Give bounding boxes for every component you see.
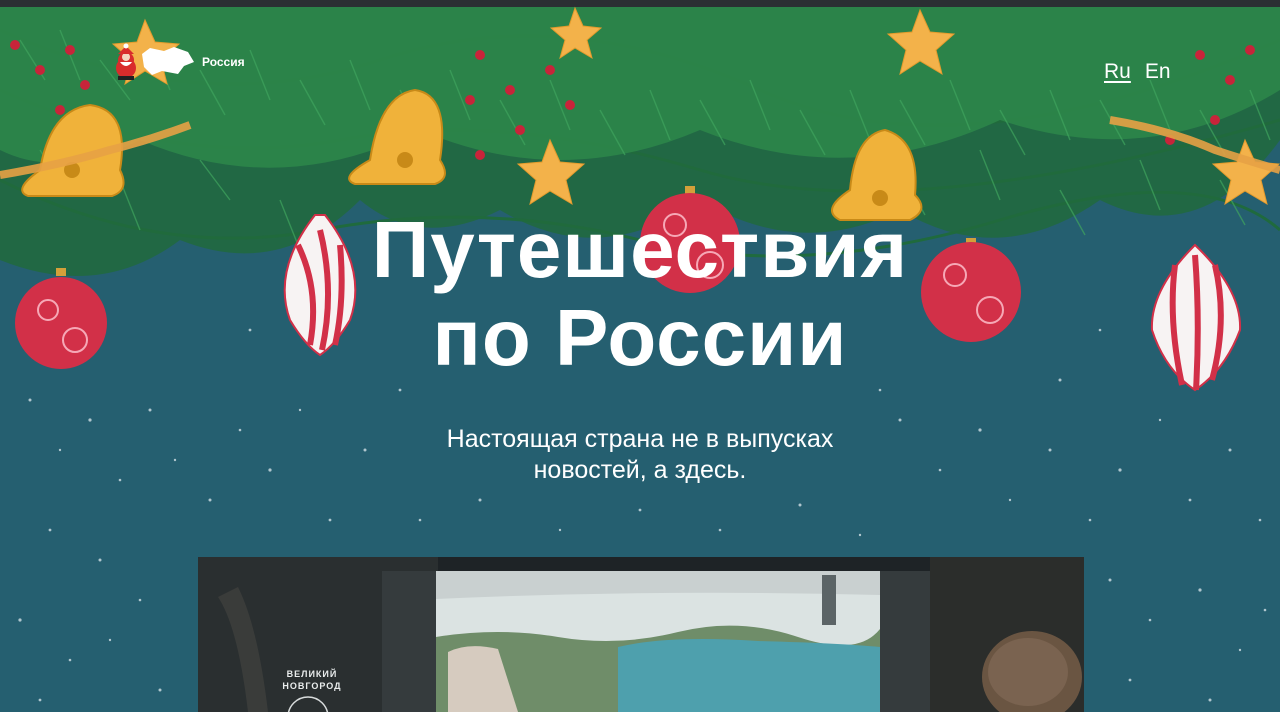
video-caption-line1: ВЕЛИКИЙ (286, 669, 338, 679)
hero-subtitle-line1: Настоящая страна не в выпусках (446, 425, 834, 453)
hero-title-line1: Путешествия (371, 205, 909, 294)
video-caption-line2: НОВГОРОД (282, 681, 342, 691)
hero-title-line2: по России (432, 293, 848, 382)
hero-subtitle-line2: новостей, а здесь. (533, 456, 747, 484)
lang-en-link[interactable]: En (1145, 60, 1171, 84)
logo-text: Россия (202, 55, 245, 69)
video-caption: ВЕЛИКИЙ НОВГОРОД (272, 668, 352, 692)
site-logo[interactable]: Россия (112, 40, 245, 84)
language-switcher: Ru En (1104, 60, 1171, 84)
hero-title: Путешествия по России (240, 206, 1040, 382)
santa-russia-map-icon (116, 43, 194, 80)
lang-ru-link[interactable]: Ru (1104, 60, 1131, 84)
hero-subtitle: Настоящая страна не в выпусках новостей,… (390, 424, 890, 486)
